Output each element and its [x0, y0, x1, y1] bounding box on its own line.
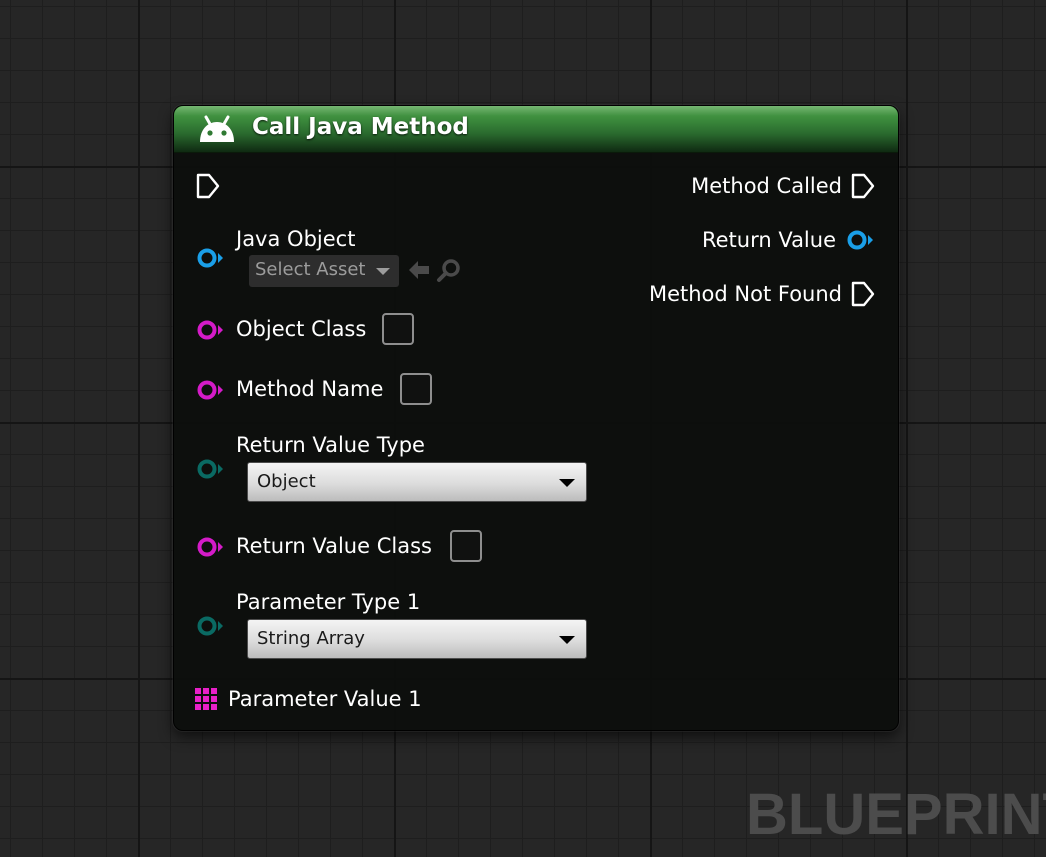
android-icon [200, 115, 234, 142]
method-name-pin[interactable] [194, 379, 224, 401]
parameter-value-1-label: Parameter Value 1 [228, 687, 422, 711]
chevron-down-icon [559, 636, 575, 644]
method-not-found-label: Method Not Found [648, 282, 842, 306]
return-value-class-label: Return Value Class [236, 534, 432, 558]
return-value-type-label: Return Value Type [236, 433, 425, 457]
parameter-type-1-label: Parameter Type 1 [236, 590, 421, 614]
chevron-down-icon [559, 479, 575, 487]
chevron-down-icon [376, 268, 390, 275]
return-value-type-dropdown[interactable]: Object [247, 462, 587, 502]
return-value-class-pin[interactable] [194, 536, 224, 558]
method-called-exec-pin[interactable] [850, 172, 876, 200]
method-not-found-exec-pin[interactable] [850, 280, 876, 308]
parameter-type-1-pin[interactable] [194, 615, 224, 637]
parameter-type-1-dropdown[interactable]: String Array [247, 619, 587, 659]
java-object-pin[interactable] [194, 247, 224, 269]
object-class-input[interactable] [382, 313, 414, 345]
method-called-label: Method Called [691, 174, 842, 198]
node-title: Call Java Method [252, 114, 469, 140]
use-selected-arrow-icon[interactable] [406, 257, 432, 283]
return-value-type-selected: Object [257, 471, 316, 492]
select-asset-label: Select Asset [255, 259, 366, 280]
parameter-type-1-selected: String Array [257, 628, 365, 649]
return-value-pin[interactable] [844, 229, 874, 251]
array-grid-pin[interactable] [195, 688, 217, 710]
call-java-method-node[interactable]: Call Java Method Method Called Java Obje… [173, 105, 899, 731]
java-object-label: Java Object [236, 227, 356, 251]
return-value-class-input[interactable] [450, 530, 482, 562]
node-header[interactable]: Call Java Method [174, 106, 898, 153]
select-asset-dropdown[interactable]: Select Asset [249, 255, 399, 287]
return-value-type-pin[interactable] [194, 458, 224, 480]
browse-search-icon[interactable] [436, 257, 462, 283]
blueprint-watermark: BLUEPRINT [746, 782, 1046, 847]
object-class-pin[interactable] [194, 319, 224, 341]
method-name-input[interactable] [400, 373, 432, 405]
return-value-label: Return Value [701, 228, 836, 252]
object-class-label: Object Class [236, 317, 367, 341]
exec-input-pin[interactable] [195, 172, 221, 200]
method-name-label: Method Name [236, 377, 384, 401]
